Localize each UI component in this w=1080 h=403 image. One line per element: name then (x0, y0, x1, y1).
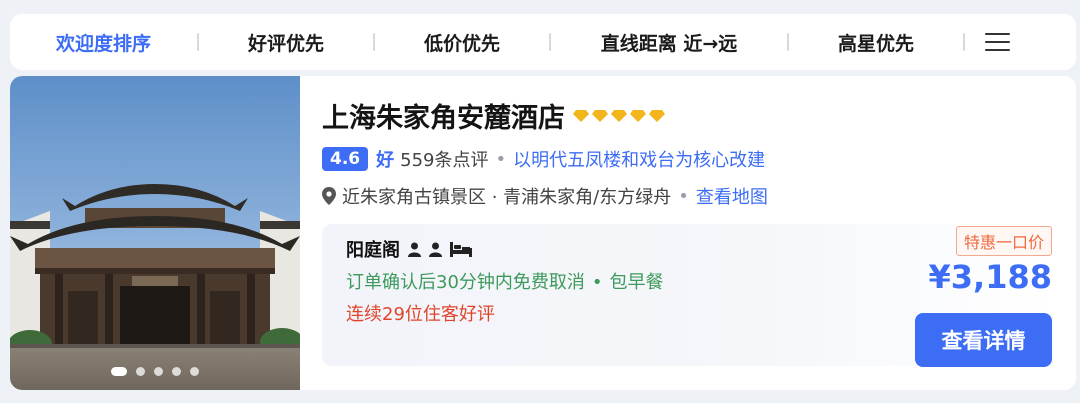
hotel-photo[interactable] (10, 76, 300, 390)
dot-separator: • (495, 148, 507, 170)
pager-dot[interactable] (190, 367, 199, 376)
diamond-icon (649, 109, 665, 122)
sort-star[interactable]: 高星优先 (789, 29, 963, 56)
room-header: 阳庭阁 (346, 236, 472, 262)
hotel-highlight: 以明代五凤楼和戏台为核心改建 (513, 150, 766, 171)
rating-row: 4.6 好 559条点评 • 以明代五凤楼和戏台为核心改建 (322, 146, 765, 172)
review-count[interactable]: 559条点评 (400, 146, 488, 172)
pager-dot[interactable] (136, 367, 145, 376)
sort-bar: 欢迎度排序 好评优先 低价优先 直线距离 近→远 高星优先 (10, 14, 1076, 70)
room-name: 阳庭阁 (346, 240, 400, 261)
dot-separator: • (591, 272, 603, 293)
hotel-title-row: 上海朱家角安麓酒店 (322, 96, 665, 135)
sort-distance[interactable]: 直线距离 近→远 (551, 29, 787, 56)
diamond-icon (592, 109, 608, 122)
location-text: 近朱家角古镇景区 · 青浦朱家角/东方绿舟 (342, 187, 672, 208)
review-streak: 连续29位住客好评 (346, 304, 495, 325)
person-icon (429, 242, 442, 257)
cancel-policy-row: 订单确认后30分钟内免费取消 • 包早餐 (346, 268, 664, 294)
hotel-card[interactable]: 上海朱家角安麓酒店 4.6 好 559条点评 • 以明代五凤楼和戏台为核心改建 … (10, 76, 1076, 390)
person-icon (408, 242, 421, 257)
dot-separator: • (678, 185, 689, 207)
score-badge: 4.6 (322, 147, 369, 171)
hotel-building-image (10, 76, 300, 390)
view-map-link[interactable]: 查看地图 (696, 183, 768, 209)
hamburger-menu-icon[interactable] (965, 33, 1029, 51)
pager-dot[interactable] (154, 367, 163, 376)
price-amount: ¥3,188 (928, 258, 1052, 296)
pager-dot[interactable] (172, 367, 181, 376)
sort-popularity[interactable]: 欢迎度排序 (10, 29, 197, 56)
score-text: 好 (376, 150, 395, 171)
location-pin-icon (322, 187, 336, 205)
meal-info: 包早餐 (609, 272, 664, 293)
diamond-rating (573, 109, 665, 123)
special-price-tag: 特惠一口价 (955, 226, 1052, 256)
pager-dot[interactable] (111, 367, 127, 376)
diamond-icon (630, 109, 646, 122)
cancel-policy: 订单确认后30分钟内免费取消 (346, 272, 585, 293)
view-details-button[interactable]: 查看详情 (915, 313, 1052, 367)
location-row: 近朱家角古镇景区 · 青浦朱家角/东方绿舟 • 查看地图 (322, 183, 768, 209)
hotel-name[interactable]: 上海朱家角安麓酒店 (322, 96, 565, 135)
photo-pager[interactable] (10, 367, 300, 376)
sort-low-price[interactable]: 低价优先 (375, 29, 549, 56)
diamond-icon (573, 109, 589, 122)
sort-rating[interactable]: 好评优先 (199, 29, 373, 56)
diamond-icon (611, 109, 627, 122)
bed-icon (450, 241, 472, 257)
